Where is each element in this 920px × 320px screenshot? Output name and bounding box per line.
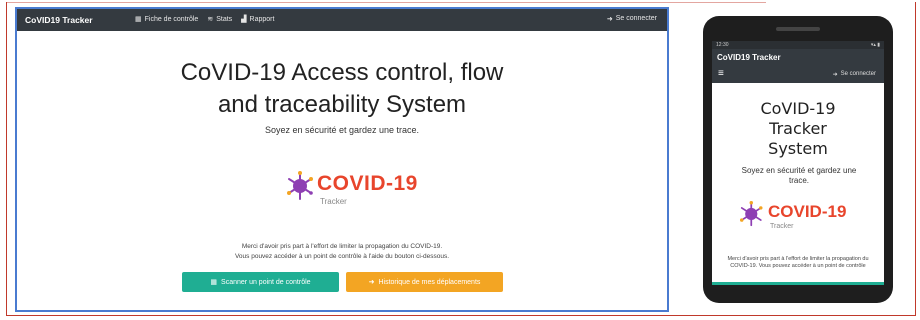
page-title-line-1: CoVID-19 Access control, flow: [180, 59, 504, 86]
nav-item-label: Rapport: [249, 15, 275, 23]
phone-title-line-3: System: [768, 139, 828, 158]
info-line-1: Merci d'avoir pris part à l'effort de li…: [241, 243, 443, 250]
phone-logo-text: COVID-19: [768, 202, 847, 221]
phone-info-text: Merci d'avoir pris part à l'effort de li…: [727, 256, 869, 269]
login-link[interactable]: ➜ Se connecter: [607, 15, 657, 23]
page-subtitle: Soyez en sécurité et gardez une trace.: [264, 125, 420, 135]
phone-covid-logo: COVID-19 Tracker: [740, 199, 870, 239]
page-title-line-2: and traceability System: [217, 91, 467, 118]
page-title: CoVID-19 Access control, flow and tracea…: [17, 57, 667, 121]
phone-status-icons: ▾▴ ▮: [870, 42, 880, 48]
phone-bottom-bar: [712, 282, 884, 285]
login-icon: ➜: [832, 72, 838, 78]
scan-checkpoint-label: Scanner un point de contrôle: [221, 278, 311, 286]
qr-icon: ▦: [210, 279, 218, 286]
phone-login-label: Se connecter: [840, 71, 876, 77]
phone-mockup: 12:30 ▾▴ ▮ CoVID19 Tracker ≡ ➜ Se connec…: [703, 16, 893, 303]
phone-title-line-2: Tracker: [769, 119, 827, 138]
phone-status-bar: 12:30 ▾▴ ▮: [712, 41, 884, 49]
history-button[interactable]: ➜ Historique de mes déplacements: [346, 272, 503, 292]
history-label: Historique de mes déplacements: [378, 278, 481, 286]
phone-status-time: 12:30: [716, 42, 729, 48]
report-icon: ▟: [241, 16, 247, 23]
phone-navbar-brand[interactable]: CoVID19 Tracker: [717, 53, 781, 62]
nav-item-label: Fiche de contrôle: [144, 15, 199, 23]
virus-icon: [287, 171, 313, 200]
phone-screen: 12:30 ▾▴ ▮ CoVID19 Tracker ≡ ➜ Se connec…: [712, 41, 884, 285]
nav-links: ▦ Fiche de contrôle ≋ Stats ▟ Rapport: [135, 15, 275, 24]
virus-icon: [740, 201, 763, 227]
phone-page-subtitle: Soyez en sécurité et gardez une trace.: [741, 166, 857, 185]
top-navbar: CoVID19 Tracker ▦ Fiche de contrôle ≋ St…: [17, 9, 667, 31]
phone-speaker: [776, 27, 820, 31]
info-text: Merci d'avoir pris part à l'effort de li…: [17, 242, 667, 262]
covid-tracker-logo: COVID-19 Tracker: [287, 169, 427, 215]
nav-item-label: Stats: [216, 15, 233, 23]
desktop-view: CoVID19 Tracker ▦ Fiche de contrôle ≋ St…: [15, 7, 669, 312]
logo-text: COVID-19: [317, 172, 418, 195]
history-icon: ➜: [368, 279, 375, 286]
scan-checkpoint-button[interactable]: ▦ Scanner un point de contrôle: [182, 272, 339, 292]
phone-page-title: CoVID-19 Tracker System: [712, 99, 884, 159]
hamburger-menu-icon[interactable]: ≡: [718, 69, 724, 79]
nav-item-rapport[interactable]: ▟ Rapport: [241, 15, 275, 24]
login-icon: ➜: [606, 16, 613, 23]
nav-item-stats[interactable]: ≋ Stats: [207, 15, 233, 24]
phone-login-link[interactable]: ➜ Se connecter: [833, 71, 876, 78]
nav-item-fiche-controle[interactable]: ▦ Fiche de contrôle: [135, 15, 199, 24]
info-line-2: Vous pouvez accéder à un point de contrô…: [234, 253, 450, 260]
phone-navbar: CoVID19 Tracker ≡ ➜ Se connecter: [712, 49, 884, 83]
navbar-brand[interactable]: CoVID19 Tracker: [25, 15, 93, 25]
login-label: Se connecter: [615, 15, 657, 22]
phone-logo-subtext: Tracker: [770, 223, 794, 230]
logo-subtext: Tracker: [320, 197, 347, 206]
phone-title-line-1: CoVID-19: [760, 99, 836, 118]
id-card-icon: ▦: [135, 16, 142, 23]
stats-icon: ≋: [207, 16, 214, 23]
